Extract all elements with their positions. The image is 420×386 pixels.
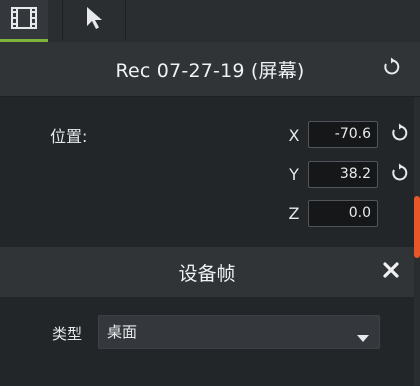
reset-icon: [389, 163, 409, 187]
device-type-dropdown[interactable]: 桌面: [98, 315, 380, 349]
device-frame-header: 设备帧: [0, 247, 414, 297]
reset-icon: [389, 123, 409, 147]
tab-media[interactable]: [0, 0, 48, 42]
close-icon: [383, 262, 399, 282]
clip-title: Rec 07-27-19 (屏幕): [115, 59, 305, 82]
chevron-down-icon: [357, 328, 369, 347]
device-type-value: 桌面: [107, 323, 138, 341]
reset-all-button[interactable]: [380, 57, 402, 81]
tab-strip: [0, 0, 420, 42]
device-frame-title: 设备帧: [178, 262, 236, 285]
clip-title-bar: Rec 07-27-19 (屏幕): [0, 42, 420, 97]
reset-y-button[interactable]: [388, 163, 410, 187]
z-position-field[interactable]: 0.0: [308, 200, 378, 227]
position-properties: 位置: X -70.6 Y 38.2 Z 0.0: [0, 97, 420, 247]
reset-icon: [381, 57, 401, 81]
film-icon: [11, 6, 37, 33]
properties-panel: Rec 07-27-19 (屏幕) 位置: X -70.6 Y 38.2 Z 0…: [0, 0, 420, 386]
y-label: Y: [289, 165, 299, 184]
reset-x-button[interactable]: [388, 123, 410, 147]
cursor-arrow-icon: [84, 6, 104, 34]
y-position-field[interactable]: 38.2: [308, 161, 378, 188]
x-position-field[interactable]: -70.6: [308, 121, 378, 148]
tab-cursor[interactable]: [62, 0, 126, 40]
type-label: 类型: [52, 325, 83, 343]
device-frame-type-row: 类型 桌面: [0, 297, 414, 386]
remove-device-frame-button[interactable]: [381, 262, 401, 282]
x-label: X: [288, 126, 300, 145]
scrollbar-thumb[interactable]: [414, 196, 420, 258]
position-label: 位置:: [50, 127, 88, 146]
z-label: Z: [288, 204, 300, 223]
